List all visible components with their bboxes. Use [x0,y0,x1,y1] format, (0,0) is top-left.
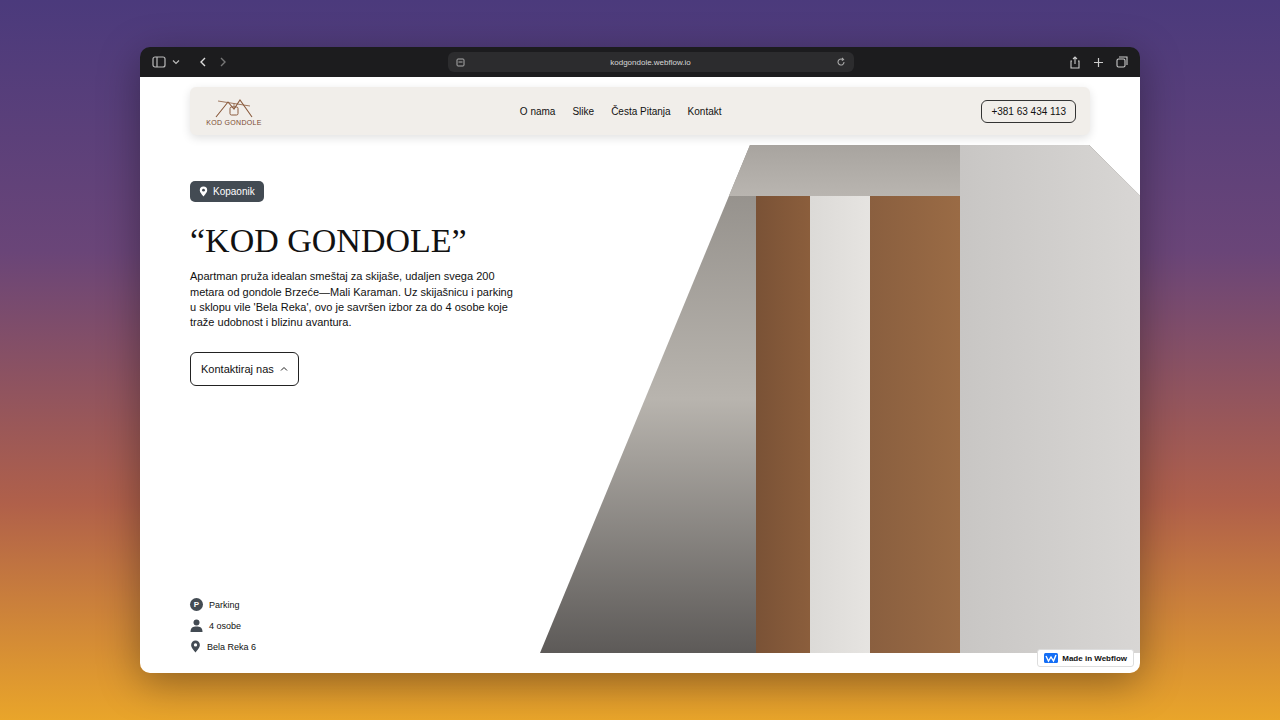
browser-toolbar: kodgondole.webflow.io [140,47,1140,77]
hero: Kopaonik “KOD GONDOLE” Apartman pruža idea… [140,135,1140,673]
web-page: KOD GONDOLE O nama Slike Česta Pitanja Konta… [140,77,1140,673]
pin-icon [190,640,201,653]
sidebar-icon[interactable] [152,56,166,68]
nav-link[interactable]: Kontakt [688,106,722,117]
parking-icon: P [190,598,203,611]
chevron-down-icon[interactable] [172,58,180,66]
contact-button[interactable]: Kontaktiraj nas [190,352,299,386]
back-icon[interactable] [198,56,208,68]
browser-window: kodgondole.webflow.io KOD GONDOLE O nama Sl… [140,47,1140,673]
person-icon [190,619,203,632]
page-icon [456,58,465,67]
hero-description: Apartman pruža idealan smeštaj za skijaš… [190,269,520,330]
forward-icon[interactable] [218,56,228,68]
tabs-overview-icon[interactable] [1116,56,1128,68]
feature-item: P Parking [190,598,256,611]
location-badge: Kopaonik [190,181,264,202]
pin-icon [199,186,208,197]
phone-button[interactable]: +381 63 434 113 [981,100,1076,123]
backdrop: kodgondole.webflow.io KOD GONDOLE O nama Sl… [0,0,1280,720]
url-text: kodgondole.webflow.io [610,58,691,67]
feature-label: Parking [209,600,240,610]
hero-title: “KOD GONDOLE” [190,222,467,259]
nav-link[interactable]: O nama [520,106,556,117]
logo[interactable]: KOD GONDOLE [204,97,264,126]
nav-link[interactable]: Česta Pitanja [611,106,670,117]
location-text: Kopaonik [213,186,255,197]
apartment-photo [540,145,1140,653]
mountain-gondola-icon [214,97,254,119]
feature-list: P Parking 4 osobe Bela Reka 6 [190,598,256,653]
nav-link[interactable]: Slike [572,106,594,117]
feature-item: Bela Reka 6 [190,640,256,653]
address-bar[interactable]: kodgondole.webflow.io [448,52,854,72]
hero-content: Kopaonik “KOD GONDOLE” Apartman pruža idea… [140,135,540,673]
nav-links: O nama Slike Česta Pitanja Kontakt [264,106,981,117]
feature-label: Bela Reka 6 [207,642,256,652]
feature-label: 4 osobe [209,621,241,631]
history-buttons [198,56,228,68]
webflow-badge[interactable]: Made in Webflow [1037,649,1134,667]
feature-item: 4 osobe [190,619,256,632]
webflow-badge-text: Made in Webflow [1062,654,1127,663]
site-navbar: KOD GONDOLE O nama Slike Česta Pitanja Konta… [190,87,1090,135]
chevron-up-icon [280,366,288,372]
share-icon[interactable] [1069,56,1081,69]
logo-text: KOD GONDOLE [206,119,261,126]
reload-icon[interactable] [836,57,846,67]
webflow-logo-icon [1044,653,1058,663]
new-tab-icon[interactable] [1093,57,1104,68]
